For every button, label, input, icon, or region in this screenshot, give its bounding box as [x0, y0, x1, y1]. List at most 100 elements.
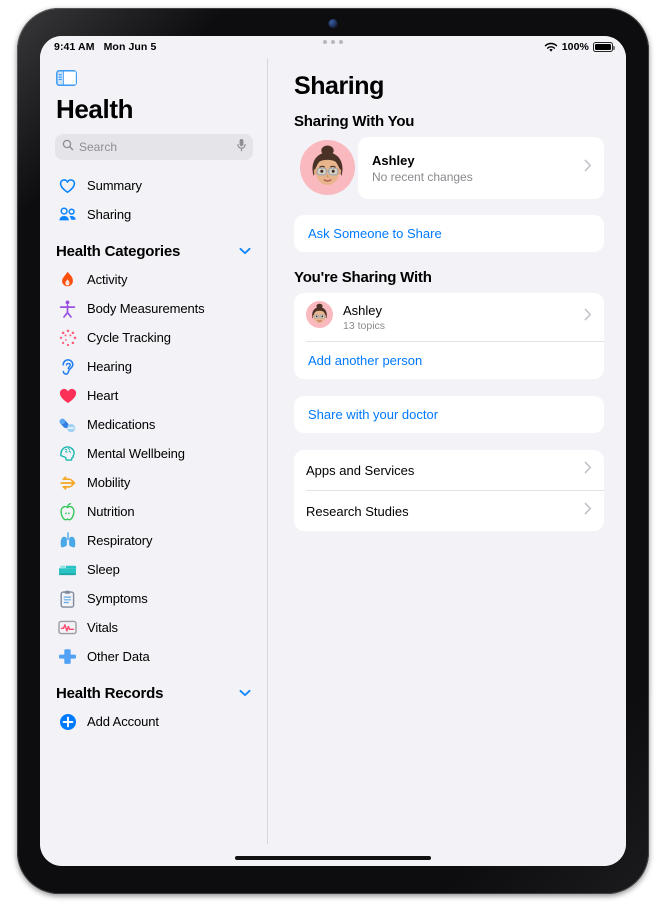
- sidebar-toggle-icon[interactable]: [56, 70, 267, 86]
- ask-someone-to-share-button[interactable]: Ask Someone to Share: [294, 215, 604, 252]
- search-input[interactable]: Search: [55, 134, 253, 160]
- sidebar-item-respiratory[interactable]: Respiratory: [40, 526, 267, 555]
- plus-cross-icon: [58, 647, 77, 666]
- waveform-monitor-icon: [58, 618, 77, 637]
- page-title: Health: [56, 94, 134, 124]
- shared-person-row[interactable]: Ashley 13 topics: [294, 293, 604, 341]
- sharing-with-you-card[interactable]: Ashley No recent changes: [358, 137, 604, 199]
- sidebar-item-sharing[interactable]: Sharing: [40, 200, 267, 229]
- status-bar-time: 9:41 AM: [54, 41, 95, 53]
- add-another-person-button[interactable]: Add another person: [294, 342, 604, 379]
- home-indicator[interactable]: [235, 856, 431, 860]
- flame-icon: [58, 270, 77, 289]
- sidebar-health-records-list: Add Account: [40, 707, 267, 736]
- sharing-with-you-row[interactable]: Ashley No recent changes: [294, 137, 604, 199]
- sidebar-item-mental-wellbeing[interactable]: Mental Wellbeing: [40, 439, 267, 468]
- sidebar-item-body-measurements[interactable]: Body Measurements: [40, 294, 267, 323]
- sidebar-item-cycle-tracking[interactable]: Cycle Tracking: [40, 323, 267, 352]
- battery-percent-label: 100%: [561, 41, 589, 53]
- shared-person-texts: Ashley 13 topics: [343, 303, 385, 332]
- status-bar-left: 9:41 AM Mon Jun 5: [54, 41, 156, 53]
- bed-icon: [58, 560, 77, 579]
- sidebar-item-vitals[interactable]: Vitals: [40, 613, 267, 642]
- sidebar-health-categories-list: Activity Body Measurements Cycle Trackin…: [40, 265, 267, 671]
- multitasking-dots-icon[interactable]: [323, 40, 343, 44]
- split-view: Health Search Summary Sharing Health Cat…: [40, 58, 626, 844]
- ipad-device: 9:41 AM Mon Jun 5 100% Health Search Sum…: [17, 8, 649, 894]
- section-header-health-records[interactable]: Health Records: [40, 671, 267, 707]
- sidebar-item-label: Activity: [87, 272, 128, 287]
- sidebar-item-label: Body Measurements: [87, 301, 205, 316]
- screen: 9:41 AM Mon Jun 5 100% Health Search Sum…: [40, 36, 626, 866]
- sidebar-item-add-account[interactable]: Add Account: [40, 707, 267, 736]
- row-label: Research Studies: [306, 503, 409, 519]
- share-with-doctor-card: Share with your doctor: [294, 396, 604, 433]
- sidebar-toggle-row: [40, 64, 267, 88]
- ask-someone-card: Ask Someone to Share: [294, 215, 604, 252]
- heart-outline-icon: [58, 176, 77, 195]
- sharing-with-you-texts: Ashley No recent changes: [372, 153, 473, 184]
- arrows-motion-icon: [58, 473, 77, 492]
- research-studies-row[interactable]: Research Studies: [294, 491, 604, 531]
- person-name: Ashley: [372, 152, 415, 168]
- front-camera: [328, 19, 338, 28]
- microphone-icon[interactable]: [236, 138, 247, 157]
- apps-and-services-row[interactable]: Apps and Services: [294, 450, 604, 490]
- share-with-your-doctor-button[interactable]: Share with your doctor: [294, 396, 604, 433]
- sidebar-item-label: Sleep: [87, 562, 120, 577]
- sidebar-item-label: Vitals: [87, 620, 118, 635]
- person-status: No recent changes: [372, 169, 473, 184]
- pills-icon: [58, 415, 77, 434]
- body-figure-icon: [58, 299, 77, 318]
- battery-full-icon: [593, 42, 615, 52]
- two-people-icon: [58, 205, 77, 224]
- chevron-down-icon[interactable]: [239, 684, 251, 702]
- chevron-down-icon[interactable]: [239, 242, 251, 260]
- memoji-avatar: [306, 301, 333, 333]
- search-icon: [62, 138, 74, 156]
- sidebar-item-summary[interactable]: Summary: [40, 171, 267, 200]
- ear-icon: [58, 357, 77, 376]
- sidebar-item-mobility[interactable]: Mobility: [40, 468, 267, 497]
- sidebar-item-heart[interactable]: Heart: [40, 381, 267, 410]
- section-header-health-categories[interactable]: Health Categories: [40, 229, 267, 265]
- search-placeholder: Search: [79, 140, 118, 154]
- head-brain-icon: [58, 444, 77, 463]
- sidebar-item-label: Nutrition: [87, 504, 135, 519]
- chevron-right-icon: [584, 308, 592, 326]
- section-title: Health Categories: [56, 242, 181, 260]
- apple-icon: [58, 502, 77, 521]
- section-title: Health Records: [56, 684, 164, 702]
- search-container: Search: [40, 134, 267, 171]
- sidebar-item-label: Summary: [87, 178, 142, 193]
- sidebar-item-label: Sharing: [87, 207, 132, 222]
- sidebar-item-label: Cycle Tracking: [87, 330, 171, 345]
- sidebar-item-medications[interactable]: Medications: [40, 410, 267, 439]
- sidebar-item-label: Symptoms: [87, 591, 148, 606]
- sidebar-item-label: Other Data: [87, 649, 150, 664]
- youre-sharing-with-card: Ashley 13 topics Add another person: [294, 293, 604, 379]
- home-indicator-area: [40, 844, 626, 866]
- sidebar-item-sleep[interactable]: Sleep: [40, 555, 267, 584]
- sidebar-item-nutrition[interactable]: Nutrition: [40, 497, 267, 526]
- sidebar-item-label: Mental Wellbeing: [87, 446, 185, 461]
- sidebar-item-activity[interactable]: Activity: [40, 265, 267, 294]
- sidebar-item-hearing[interactable]: Hearing: [40, 352, 267, 381]
- lungs-icon: [58, 531, 77, 550]
- clipboard-icon: [58, 589, 77, 608]
- sidebar-item-other-data[interactable]: Other Data: [40, 642, 267, 671]
- sidebar: Health Search Summary Sharing Health Cat…: [40, 58, 268, 844]
- sidebar-item-label: Heart: [87, 388, 119, 403]
- status-bar-right: 100%: [544, 41, 615, 53]
- cycle-burst-icon: [58, 328, 77, 347]
- detail-title: Sharing: [294, 72, 384, 100]
- sidebar-primary-list: Summary Sharing: [40, 171, 267, 229]
- status-bar-date: Mon Jun 5: [103, 41, 157, 53]
- chevron-right-icon: [584, 461, 592, 479]
- plus-circle-icon: [58, 712, 77, 731]
- sidebar-item-label: Hearing: [87, 359, 132, 374]
- person-name: Ashley: [343, 302, 383, 318]
- sidebar-item-symptoms[interactable]: Symptoms: [40, 584, 267, 613]
- chevron-right-icon: [584, 159, 592, 177]
- group-header-youre-sharing-with: You're Sharing With: [294, 269, 432, 286]
